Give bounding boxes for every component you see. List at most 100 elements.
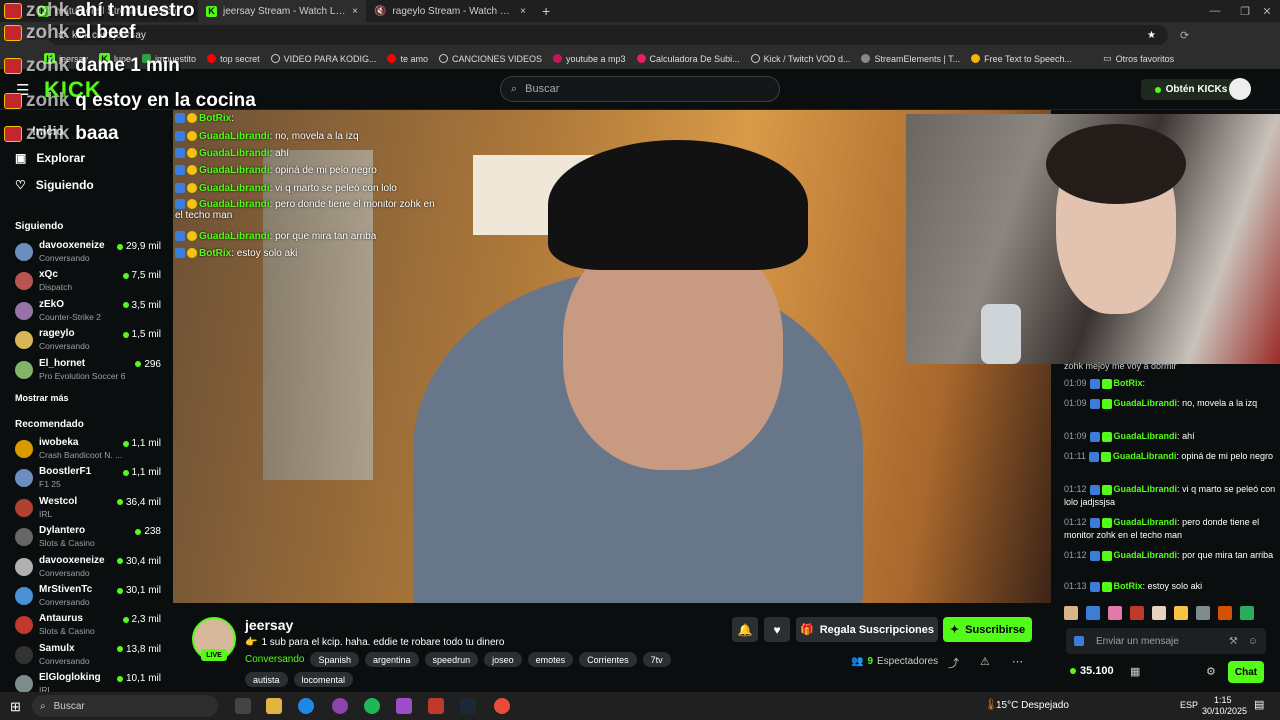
emote-icon[interactable] (1240, 606, 1254, 620)
chat-send-button[interactable]: Chat (1228, 661, 1264, 683)
clock-date[interactable]: 30/10/2025 (1202, 706, 1247, 716)
spotify-icon[interactable] (364, 698, 380, 714)
close-tab-icon[interactable]: × (520, 6, 526, 17)
emote-icon[interactable] (1174, 606, 1188, 620)
channel-item[interactable]: BoostlerF1 F1 25 1,1 mil (15, 466, 165, 495)
notification-icon[interactable]: ▤ (1254, 698, 1264, 711)
share-icon[interactable]: ⤴ (948, 655, 959, 671)
get-kicks-button[interactable]: Obtén KICKs (1141, 79, 1241, 100)
command-icon[interactable]: ⚒ (1229, 636, 1238, 647)
steam-icon[interactable] (460, 698, 476, 714)
taskbar-search[interactable]: ⌕ Buscar (32, 695, 218, 717)
tag-chip[interactable]: Spanish (310, 652, 360, 667)
chat-text: por que mira tan arriba (1182, 550, 1274, 560)
channel-item[interactable]: davooxeneize Conversando 29,9 mil (15, 240, 165, 269)
kicks-balance[interactable]: 35.100 (1070, 665, 1114, 677)
emote-icon[interactable] (1218, 606, 1232, 620)
edge-icon[interactable] (298, 698, 314, 714)
tag-chip[interactable]: Corrientes (579, 652, 637, 667)
task-view-icon[interactable] (235, 698, 251, 714)
chat-username[interactable]: GuadaLibrandi (1114, 431, 1178, 441)
tag-chip[interactable]: emotes (527, 652, 574, 667)
weather-text[interactable]: 15°C Despejado (996, 700, 1069, 711)
bookmark-item[interactable]: Kick / Twitch VOD d... (750, 54, 850, 64)
chat-username[interactable]: GuadaLibrandi (1113, 451, 1177, 461)
tag-chip[interactable]: autista (245, 672, 288, 687)
chat-username[interactable]: GuadaLibrandi (1114, 398, 1178, 408)
extensions-icon[interactable]: ⟳ (1180, 29, 1189, 42)
windows-start-icon[interactable]: ⊞ (10, 699, 21, 715)
channel-item[interactable]: Antaurus Slots & Casino 2,3 mil (15, 613, 165, 642)
report-icon[interactable]: ⚠ (980, 655, 990, 668)
new-tab-button[interactable]: + (542, 3, 550, 19)
channel-item[interactable]: xQc Dispatch 7,5 mil (15, 269, 165, 298)
emote-icon[interactable] (1086, 606, 1100, 620)
show-more-link[interactable]: Mostrar más (15, 393, 69, 403)
clock-time[interactable]: 1:15 (1214, 695, 1232, 705)
chat-username[interactable]: GuadaLibrandi (1114, 517, 1178, 527)
emoji-icon[interactable]: ☺ (1248, 636, 1258, 647)
channel-item[interactable]: MrStivenTc Conversando 30,1 mil (15, 584, 165, 613)
more-options-icon[interactable]: ⋯ (1012, 655, 1023, 668)
browser-tab-active[interactable]: K jeersay Stream - Watch Live × (198, 0, 366, 22)
chat-username[interactable]: BotRix (1114, 378, 1143, 388)
gift-subs-button[interactable]: 🎁 Regala Suscripciones (796, 617, 938, 642)
emote-icon[interactable] (1130, 606, 1144, 620)
language-indicator[interactable]: ESP (1180, 700, 1198, 710)
bookmark-item[interactable]: CANCIONES VIDEOS (438, 54, 542, 64)
bookmark-item[interactable]: youtube a mp3 (553, 54, 626, 64)
bookmark-item[interactable]: Calculadora De Subi... (636, 54, 740, 64)
canva-icon[interactable] (396, 698, 412, 714)
bookmark-item[interactable]: Free Text to Speech... (971, 54, 1072, 64)
messenger-icon[interactable] (332, 698, 348, 714)
emote-icon[interactable] (1152, 606, 1166, 620)
user-avatar[interactable] (1229, 78, 1251, 100)
emote-icon[interactable] (1064, 606, 1078, 620)
bookmark-star-icon[interactable]: ★ (1147, 30, 1156, 41)
channel-item[interactable]: davooxeneize Conversando 30,4 mil (15, 555, 165, 584)
channel-item[interactable]: iwobeka Crash Bandicoot N. ... 1,1 mil (15, 437, 165, 466)
tag-chip[interactable]: joseo (484, 652, 522, 667)
channel-item[interactable]: Dylantero Slots & Casino 238 (15, 525, 165, 554)
emote-icon[interactable] (1196, 606, 1210, 620)
follow-heart-button[interactable]: ♥ (764, 617, 790, 642)
tag-chip[interactable]: speedrun (424, 652, 479, 667)
search-bar[interactable]: ⌕ Buscar (500, 76, 780, 102)
chat-input[interactable]: Enviar un mensaje ⚒ ☺ (1066, 628, 1266, 654)
nav-following[interactable]: ♡ Siguiendo (0, 171, 173, 198)
channel-item[interactable]: zEkO Counter-Strike 2 3,5 mil (15, 299, 165, 328)
bookmark-item[interactable]: StreamElements | T... (861, 54, 960, 64)
other-bookmarks[interactable]: ▭ Otros favoritos (1103, 53, 1174, 64)
channel-item[interactable]: El_hornet Pro Evolution Soccer 6 296 (15, 358, 165, 387)
store-icon[interactable]: ▦ (1130, 665, 1140, 678)
close-tab-icon[interactable]: × (352, 6, 358, 17)
nav-explore[interactable]: ▣ Explorar (0, 144, 173, 171)
tag-chip[interactable]: locomental (293, 672, 354, 687)
subscribe-button[interactable]: ✦ Suscribirse (943, 617, 1032, 642)
app-icon[interactable] (428, 698, 444, 714)
chat-settings-icon[interactable]: ⚙ (1206, 665, 1216, 678)
close-window-button[interactable]: ✕ (1252, 0, 1280, 22)
bookmark-item[interactable]: te amo (387, 54, 428, 64)
chat-username[interactable]: BotRix (1114, 581, 1143, 591)
url-field[interactable]: ⛭ kick.com/jeersay ★ (48, 25, 1168, 45)
channel-item[interactable]: Samulx Conversando 13,8 mil (15, 643, 165, 672)
tag-chip[interactable]: 7tv (642, 652, 671, 667)
streamer-name[interactable]: jeersay (245, 617, 293, 633)
channel-viewers: 3,5 mil (122, 300, 161, 311)
category-link[interactable]: Conversando (245, 654, 304, 665)
channel-item[interactable]: rageylo Conversando 1,5 mil (15, 328, 165, 357)
tag-chip[interactable]: argentina (365, 652, 419, 667)
app-icon[interactable] (494, 698, 510, 714)
emote-icon[interactable] (1108, 606, 1122, 620)
minimize-button[interactable]: — (1200, 0, 1230, 22)
notification-bell-button[interactable]: 🔔 (732, 617, 758, 642)
bookmark-item[interactable]: top secret (207, 54, 260, 64)
bookmark-item[interactable]: VIDEO PARA KODIG... (270, 54, 376, 64)
file-explorer-icon[interactable] (266, 698, 282, 714)
browser-tab[interactable]: 🔇 rageylo Stream - Watch Live × (366, 0, 534, 22)
channel-item[interactable]: Westcol IRL 36,4 mil (15, 496, 165, 525)
chat-username[interactable]: GuadaLibrandi (1114, 550, 1178, 560)
chat-username[interactable]: GuadaLibrandi (1114, 484, 1178, 494)
search-input[interactable]: Buscar (525, 83, 559, 95)
